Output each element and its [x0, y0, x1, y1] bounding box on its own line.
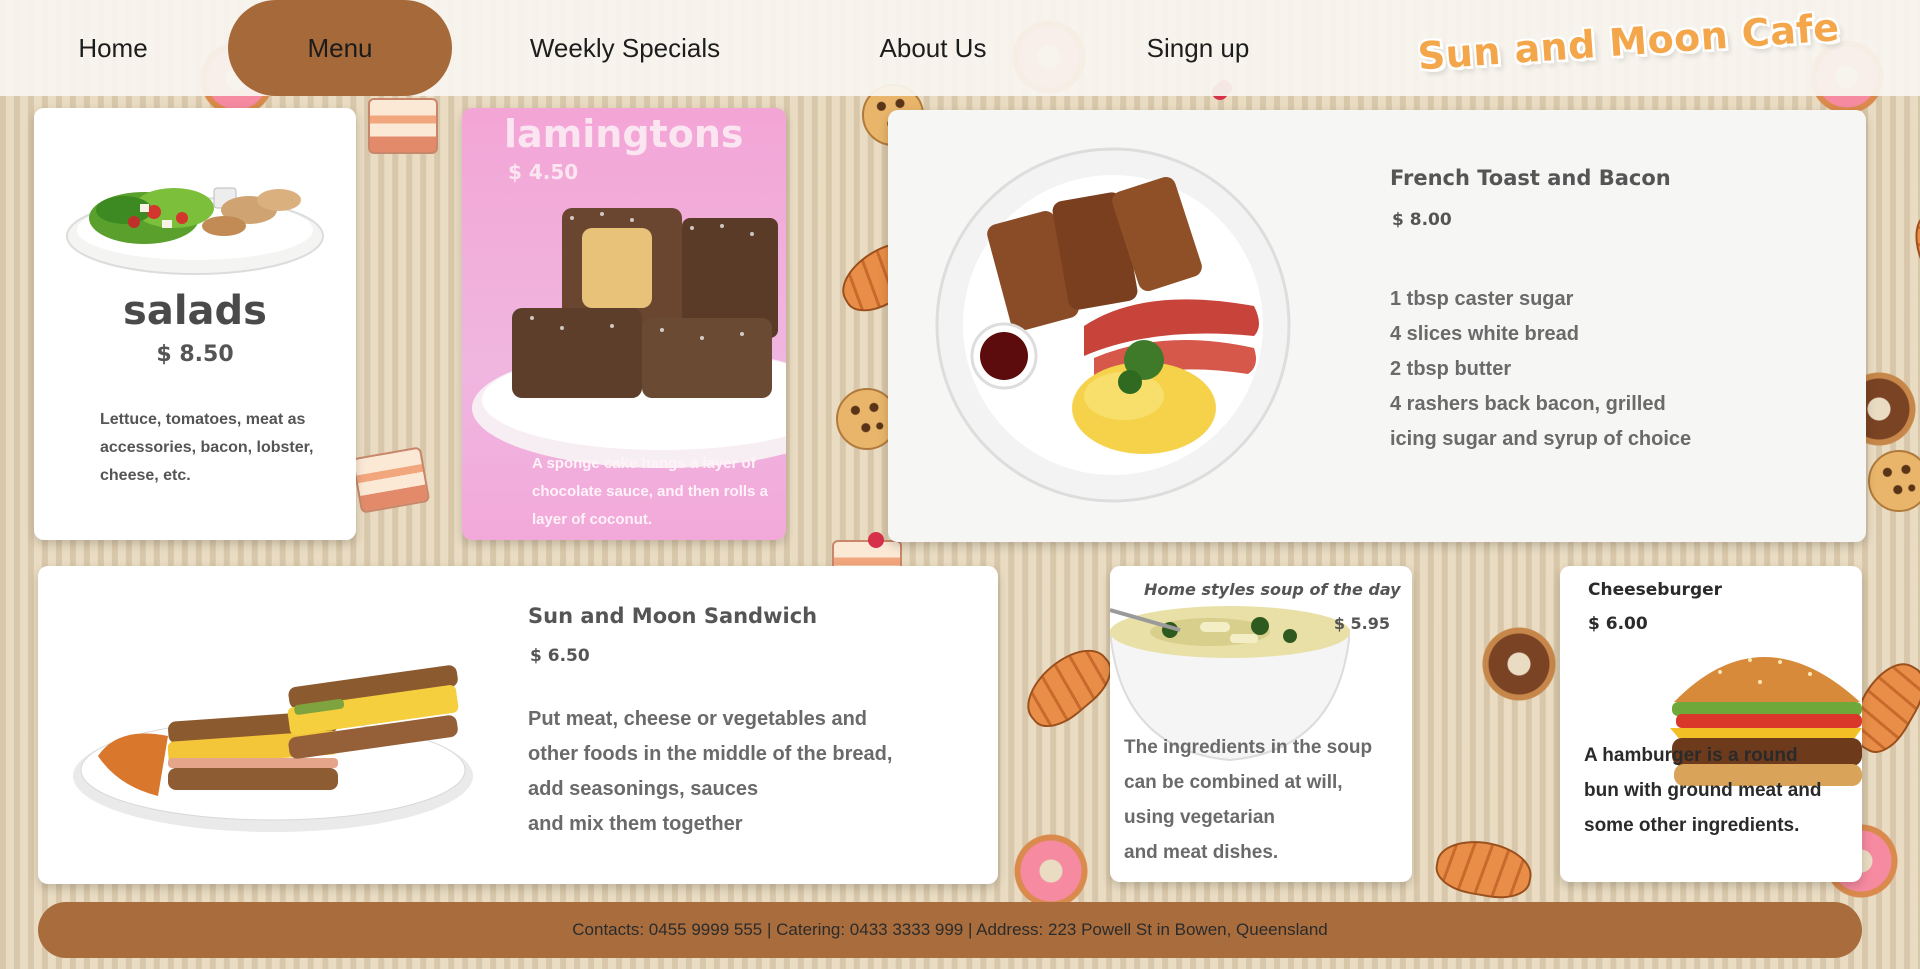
ingredient-line: icing sugar and syrup of choice [1390, 428, 1692, 450]
menu-card-soup[interactable]: Home styles soup of the day $ 5.95 The i… [1110, 566, 1412, 882]
ingredient-line: 4 rashers back bacon, grilled [1390, 393, 1666, 415]
cake-decoration [368, 98, 438, 154]
ingredient-line: 2 tbsp butter [1390, 358, 1512, 380]
description-line: add seasonings, sauces [528, 778, 759, 800]
french-toast-ingredients: 1 tbsp caster sugar 4 slices white bread… [1390, 282, 1691, 457]
soup-title: Home styles soup of the day [1144, 580, 1401, 599]
croissant-decoration [1013, 635, 1123, 739]
contact-footer: Contacts: 0455 9999 555 | Catering: 0433… [38, 902, 1862, 958]
soup-description: The ingredients in the soup can be combi… [1124, 730, 1372, 870]
sandwich-description: Put meat, cheese or vegetables and other… [528, 702, 892, 842]
salads-description: Lettuce, tomatoes, meat as accessories, … [100, 411, 314, 484]
lamingtons-description: A sponge cake hangs a layer of chocolate… [532, 455, 768, 528]
nav-weekly-specials[interactable]: Weekly Specials [510, 0, 740, 96]
cheeseburger-price: $ 6.00 [1588, 614, 1648, 634]
lamingtons-price: $ 4.50 [508, 160, 579, 184]
description-line: using vegetarian [1124, 807, 1275, 828]
cookie-decoration [1868, 450, 1920, 512]
menu-card-sandwich[interactable]: Sun and Moon Sandwich $ 6.50 Put meat, c… [38, 566, 998, 884]
menu-card-cheeseburger[interactable]: Cheeseburger $ 6.00 A hamburger is a rou… [1560, 566, 1862, 882]
description-line: can be combined at will, [1124, 772, 1343, 793]
croissant-decoration [1432, 834, 1536, 904]
cheeseburger-description: A hamburger is a round bun with ground m… [1584, 738, 1821, 843]
french-toast-price: $ 8.00 [1392, 210, 1452, 230]
nav-menu[interactable]: Menu [228, 0, 452, 96]
description-line: and mix them together [528, 813, 743, 835]
salads-price: $ 8.50 [156, 342, 234, 367]
sandwich-title: Sun and Moon Sandwich [528, 604, 818, 628]
berry-decoration [868, 532, 884, 548]
cafe-logo[interactable]: Sun and Moon Cafe [1416, 5, 1841, 95]
cheeseburger-title: Cheeseburger [1588, 580, 1723, 600]
description-line: The ingredients in the soup [1124, 737, 1373, 758]
description-line: Put meat, cheese or vegetables and [528, 708, 868, 730]
nav-home[interactable]: Home [48, 0, 178, 96]
croissant-decoration [1906, 202, 1920, 312]
sandwich-price: $ 6.50 [530, 646, 590, 666]
salad-image [66, 187, 324, 275]
sandwich-image [73, 665, 473, 832]
ingredient-line: 4 slices white bread [1390, 323, 1579, 345]
lamington-image [472, 208, 786, 468]
top-navigation-bar: Home Menu Weekly Specials About Us Singn… [0, 0, 1920, 96]
nav-sign-up[interactable]: Singn up [1128, 0, 1268, 96]
lamingtons-title: lamingtons [504, 112, 744, 156]
description-line: and meat dishes. [1124, 842, 1279, 863]
soup-price: $ 5.95 [1333, 614, 1390, 633]
description-line: A hamburger is a round [1584, 745, 1798, 766]
ingredient-line: 1 tbsp caster sugar [1390, 288, 1574, 310]
french-toast-title: French Toast and Bacon [1390, 166, 1671, 190]
donut-decoration [1480, 625, 1558, 703]
menu-card-salads[interactable]: salads $ 8.50 Lettuce, tomatoes, meat as… [34, 108, 356, 540]
salads-title: salads [123, 288, 267, 334]
menu-card-french-toast[interactable]: French Toast and Bacon $ 8.00 1 tbsp cas… [888, 110, 1866, 542]
donut-decoration [1012, 832, 1090, 910]
description-line: some other ingredients. [1584, 815, 1800, 836]
french-toast-image [935, 147, 1291, 503]
cake-decoration [351, 446, 431, 514]
nav-about-us[interactable]: About Us [858, 0, 1008, 96]
description-line: bun with ground meat and [1584, 780, 1822, 801]
menu-card-lamingtons[interactable]: lamingtons $ 4.50 A sponge cake hangs a … [462, 108, 786, 540]
description-line: other foods in the middle of the bread, [528, 743, 893, 765]
